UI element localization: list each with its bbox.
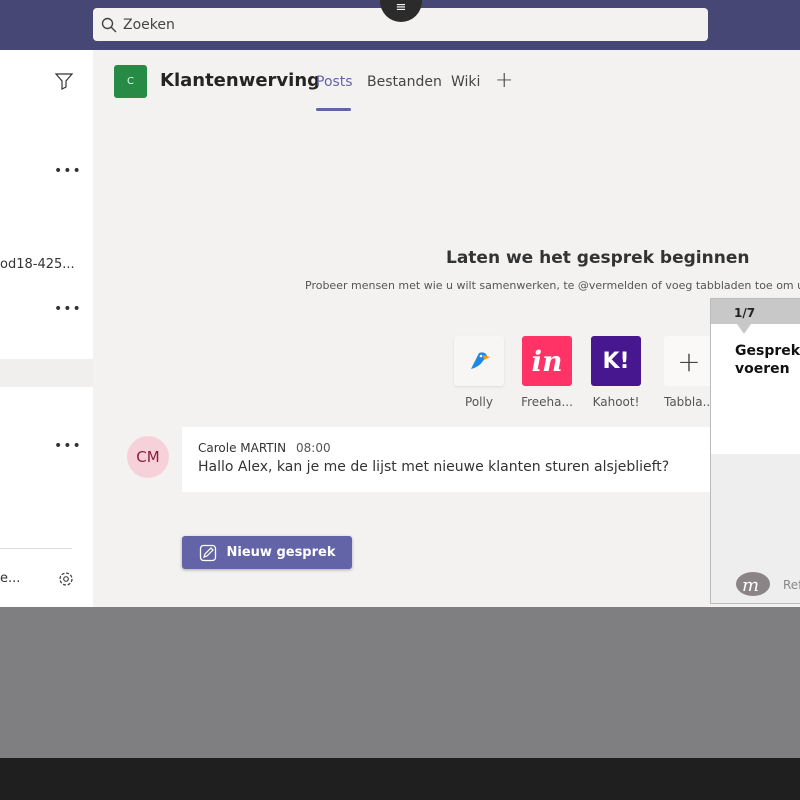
- add-tab-icon[interactable]: +: [495, 68, 513, 93]
- pointer-arrow: [737, 324, 751, 334]
- compose-icon: [199, 544, 216, 561]
- divider: [0, 548, 72, 549]
- empty-subtitle: Probeer mensen met wie u wilt samenwerke…: [305, 279, 800, 292]
- background-overlay: [0, 607, 800, 758]
- search-placeholder: Zoeken: [123, 16, 175, 33]
- empty-title: Laten we het gesprek beginnen: [446, 248, 750, 268]
- tab-wiki[interactable]: Wiki: [451, 74, 480, 90]
- app-freehand[interactable]: in: [522, 336, 572, 386]
- panel-title: Gesprek voeren: [735, 342, 800, 378]
- polly-parrot-icon: [471, 352, 490, 369]
- search-icon: [101, 17, 117, 32]
- message-text: Hallo Alex, kan je me de lijst met nieuw…: [198, 459, 670, 475]
- more-options-icon[interactable]: •••: [54, 438, 82, 454]
- tab-posts[interactable]: Posts: [316, 74, 353, 90]
- avatar[interactable]: CM: [127, 436, 169, 478]
- new-conversation-button[interactable]: Nieuw gesprek: [182, 536, 352, 569]
- tutorial-panel: 1/7 Gesprek voeren m Ref: [710, 298, 800, 604]
- message-author: Carole MARTIN: [198, 441, 287, 455]
- app-kahoot[interactable]: K!: [591, 336, 641, 386]
- filter-icon[interactable]: [55, 72, 73, 90]
- svg-text:m: m: [742, 575, 759, 596]
- channel-main: C Klantenwerving Posts Bestanden Wiki + …: [93, 50, 800, 607]
- more-options-icon[interactable]: •••: [54, 301, 82, 317]
- m-logo-icon: m: [736, 572, 770, 596]
- sidebar-item[interactable]: od18-425...: [0, 257, 75, 272]
- team-avatar: C: [114, 65, 147, 98]
- new-conversation-label: Nieuw gesprek: [226, 545, 336, 560]
- message-time: 08:00: [296, 441, 331, 455]
- app-polly[interactable]: [454, 336, 504, 386]
- active-tab-indicator: [316, 108, 351, 111]
- message-card[interactable]: Carole MARTIN 08:00 Hallo Alex, kan je m…: [182, 427, 800, 492]
- team-name: Klantenwerving: [160, 70, 321, 91]
- more-options-icon[interactable]: •••: [54, 163, 82, 179]
- sidebar: ••• od18-425... ••• ••• e...: [0, 50, 93, 607]
- add-tab-app-icon[interactable]: +: [664, 336, 714, 386]
- panel-title-line: voeren: [735, 361, 790, 377]
- app-label: Polly: [465, 395, 493, 409]
- panel-title-line: Gesprek: [735, 343, 800, 359]
- app-label: Freeha...: [521, 395, 573, 409]
- step-counter: 1/7: [711, 299, 800, 324]
- panel-footer-text: Ref: [783, 578, 800, 592]
- sidebar-item-selected[interactable]: [0, 359, 93, 387]
- tab-bestanden[interactable]: Bestanden: [367, 74, 442, 90]
- gear-icon[interactable]: [57, 570, 75, 588]
- sidebar-bottom-item[interactable]: e...: [0, 571, 20, 586]
- app-label: Kahoot!: [592, 395, 640, 409]
